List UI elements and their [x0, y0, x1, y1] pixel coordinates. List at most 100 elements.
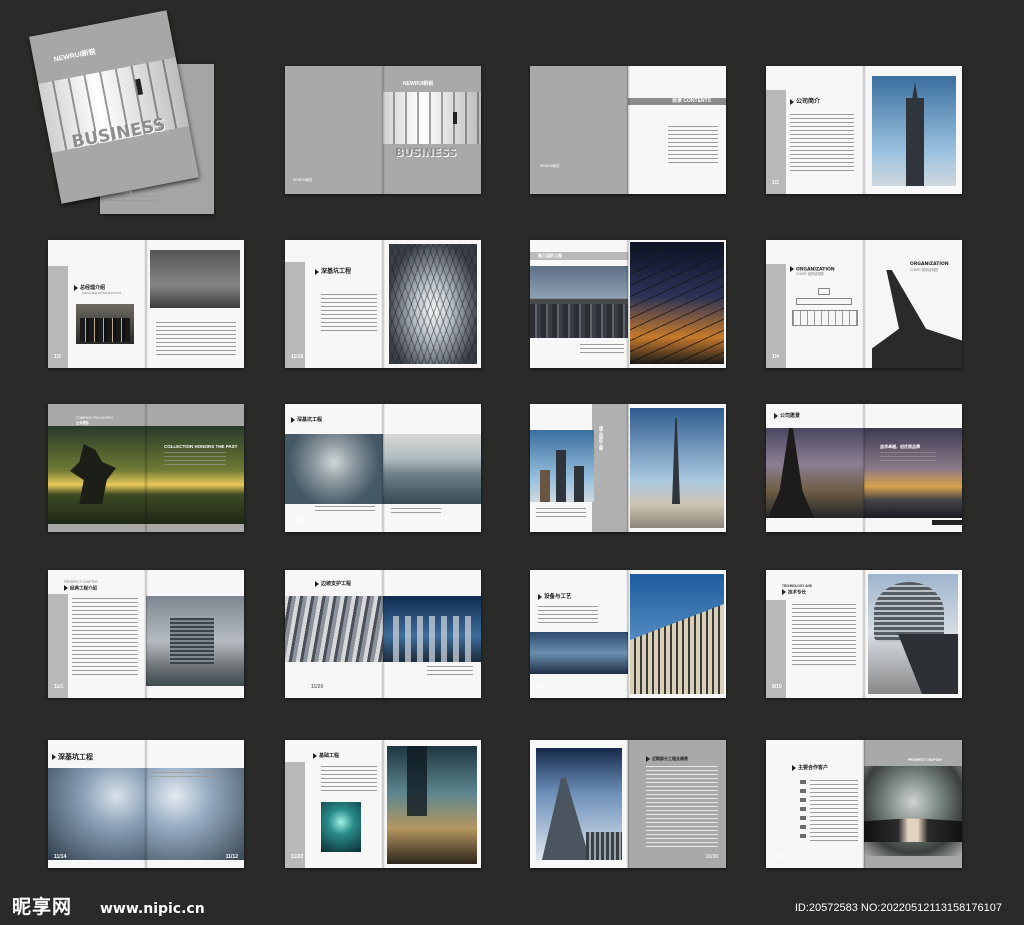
spread-r4c4[interactable]: TECHNOLOGY AND 技术专长 9/10: [766, 570, 962, 698]
page-heading: 边坡支护工程: [315, 580, 351, 587]
page-heading: 深基坑工程: [52, 752, 93, 762]
spine: [144, 240, 148, 368]
aerial-photo-left: [285, 434, 383, 504]
spine: [144, 570, 148, 698]
intro-text: [790, 114, 854, 172]
tech-text: [792, 604, 856, 668]
spread-r1c3[interactable]: NEWRUI新锐 目录 CONTENTS: [530, 66, 726, 194]
spine: [626, 66, 630, 194]
spread-r5c1[interactable]: 深基坑工程 11/14 11/12: [48, 740, 244, 868]
page-left: 深基坑工程 11/16: [285, 240, 383, 368]
page-number: 11/18: [291, 518, 304, 524]
page-right: [383, 740, 481, 868]
page-heading-en: COMPANY PHILOSOPHY: [76, 416, 114, 420]
page-left: 设备与工艺 1/8: [530, 570, 628, 698]
spread-r3c4[interactable]: 公司愿景 追求卓越，创优质品牌: [766, 404, 962, 532]
tall-tower-photo: [630, 408, 724, 528]
page-heading: 主要合作客户: [792, 764, 828, 771]
spine: [381, 404, 385, 532]
page-heading-en: PROSPECT CHAPTER: [908, 758, 942, 762]
page-left: 深基坑工程 11/14: [48, 740, 146, 868]
page-right: [383, 404, 481, 532]
spread-r1c2[interactable]: NEWRUI新锐 NEWRUI新锐 BUSINESS: [285, 66, 481, 194]
cover-brand: NEWRUI新锐: [53, 48, 97, 64]
page-number: 11/20: [311, 684, 324, 690]
bridge-photo: [630, 242, 724, 364]
spread-r2c3[interactable]: 施工组织工程: [530, 240, 726, 368]
spine: [626, 570, 630, 698]
spine: [381, 740, 385, 868]
page-left: 公司愿景: [766, 404, 864, 532]
page-right: 近期部分工程业绩表 11/30: [628, 740, 726, 868]
cover-front[interactable]: NEWRUI新锐 BUSINESS: [29, 10, 199, 204]
image-id: ID:20572583 NO:20220512113158176107: [794, 902, 1002, 914]
spine: [381, 66, 385, 194]
landscape-photo: [146, 426, 244, 524]
spread-r5c3[interactable]: 近期部分工程业绩表 11/30: [530, 740, 726, 868]
spread-r3c1[interactable]: COMPANY PHILOSOPHY 企业理念 COLLECTION HONOR…: [48, 404, 244, 532]
page-right: [146, 240, 244, 368]
skyline-photo: [530, 632, 628, 674]
manager-photo: [150, 250, 240, 308]
slogan: COLLECTION HONORS THE PAST: [164, 444, 238, 449]
page-heading: 公司简介: [790, 96, 820, 105]
foundation-photo: [321, 802, 361, 852]
spine: [862, 66, 866, 194]
spread-r4c1[interactable]: PROSPECT CHAPTER 经典工程介绍 11/1: [48, 570, 244, 698]
spread-r2c4[interactable]: ORGANIZATION CHART 组织结构图 1/4 ORGANIZATIO…: [766, 240, 962, 368]
page-heading-en-right: ORGANIZATION: [910, 262, 949, 267]
page-right: [146, 570, 244, 698]
page-left: 边坡支护工程 11/20: [285, 570, 383, 698]
page-right: [628, 240, 726, 368]
steel-structure-photo: [285, 596, 383, 662]
page-left: ORGANIZATION CHART 组织结构图 1/4: [766, 240, 864, 368]
sky-photo-right: [146, 768, 244, 860]
page-heading: 总经理介绍: [74, 284, 105, 291]
page-right: ORGANIZATION CHART 组织结构图: [864, 240, 962, 368]
caption-text-right: [391, 508, 441, 516]
page-number: 11/30: [705, 854, 718, 860]
page-number: 1/2: [54, 354, 61, 360]
page-heading-en: PROSPECT CHAPTER: [64, 580, 98, 584]
spread-r2c2[interactable]: 深基坑工程 11/16: [285, 240, 481, 368]
spread-r3c3[interactable]: 施工组织工程: [530, 404, 726, 532]
spine: [144, 740, 148, 868]
page-heading: 施工组织工程: [538, 253, 562, 258]
spread-r5c4[interactable]: 主要合作客户 1/32 PROSPECT CHAPTER: [766, 740, 962, 868]
eiffel-night-photo: [766, 428, 864, 518]
page-right: [628, 570, 726, 698]
page-left: 深基坑工程 11/18: [285, 404, 383, 532]
spine: [862, 404, 866, 532]
page-heading: 设备与工艺: [538, 592, 572, 600]
page-number: 1/32: [772, 854, 782, 860]
page-heading: 企业理念: [76, 421, 89, 425]
spread-r3c2[interactable]: 深基坑工程 11/18: [285, 404, 481, 532]
page-left: 主要合作客户 1/32: [766, 740, 864, 868]
spine: [626, 740, 630, 868]
facade-photo: [630, 574, 724, 694]
page-heading: 施工组织工程: [599, 426, 604, 450]
twin-tower-photo: [536, 748, 622, 860]
spread-r4c3[interactable]: 设备与工艺 1/8: [530, 570, 726, 698]
page-heading-en: TECHNOLOGY AND: [782, 584, 813, 588]
page-number: 9/10: [772, 684, 782, 690]
spread-r5c2[interactable]: 基础工程 11/22: [285, 740, 481, 868]
caption-text: [427, 666, 473, 676]
page-right: PROSPECT CHAPTER: [864, 740, 962, 868]
sunset-sea-photo: [864, 428, 962, 518]
page-heading: 组织结构图: [807, 272, 824, 276]
page-number: 11/16: [291, 354, 304, 360]
business-word: BUSINESS: [395, 146, 457, 159]
spine: [381, 240, 385, 368]
highway-night-photo: [387, 746, 477, 864]
spread-r1c4[interactable]: 公司简介 1/2: [766, 66, 962, 194]
vision-text: [880, 452, 936, 462]
spine: [626, 240, 630, 368]
spread-r2c1[interactable]: 总经理介绍 MANAGER INTRODUCTION 1/2: [48, 240, 244, 368]
page-number-right: 11/12: [225, 854, 238, 860]
page-right: [864, 570, 962, 698]
site-url[interactable]: www.nipic.cn: [100, 901, 205, 917]
spread-r4c2[interactable]: 边坡支护工程 11/20: [285, 570, 481, 698]
page-heading: 深基坑工程: [291, 416, 322, 423]
caption-text: [580, 344, 624, 356]
